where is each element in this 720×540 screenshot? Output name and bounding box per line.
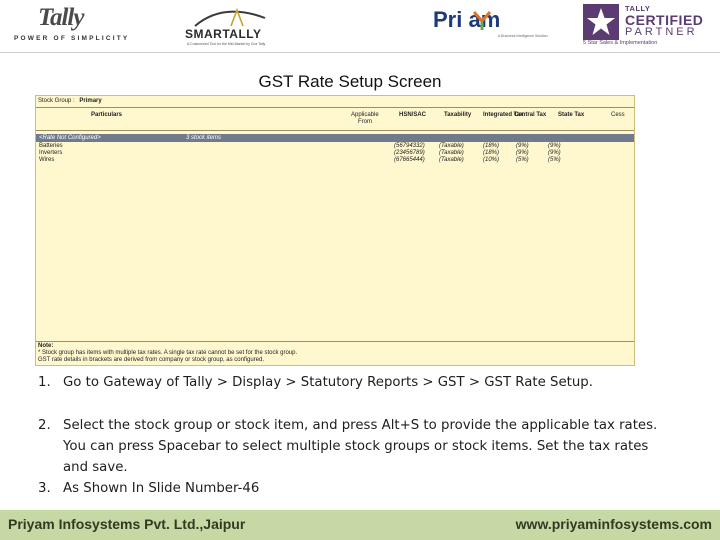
priyam-logo: Pri am A Business Intelligence Solution: [433, 7, 553, 47]
smartally-wordmark: SMARTALLY: [185, 27, 262, 41]
step-number: 1.: [38, 375, 51, 390]
step-2-line-2: You can press Spacebar to select multipl…: [63, 439, 649, 454]
priyam-y-icon: [473, 11, 491, 30]
col-particulars: Particulars: [91, 112, 123, 118]
item-hsn: (23456789): [394, 150, 425, 156]
smartally-logo: SMARTALLY A Customized Tool for the Mid-…: [185, 8, 280, 46]
item-sgst: (9%): [548, 143, 561, 149]
item-name: Wires: [39, 157, 55, 163]
step-text: As Shown In Slide Number-46: [63, 481, 260, 496]
item-cgst: (9%): [516, 143, 529, 149]
tally-logo: Tally POWER OF SIMPLICITY: [14, 4, 127, 44]
star-badge-icon: [583, 4, 619, 40]
website-link[interactable]: www.priyaminfosystems.com: [516, 516, 712, 532]
gst-rate-setup-screen: Stock Group : Primary Particulars Applic…: [35, 95, 635, 366]
note-line-2: GST rate details in brackets are derived…: [38, 357, 264, 363]
priyam-tagline: A Business Intelligence Solution: [498, 34, 548, 38]
certified-line4: 5 Star Sales & Implementation: [583, 40, 658, 46]
step-2-line-3: and save.: [63, 460, 128, 475]
step-3: 3. As Shown In Slide Number-46: [38, 478, 259, 499]
header-divider-top: [36, 107, 634, 108]
item-igst: (10%): [483, 157, 500, 163]
item-taxability: (Taxable): [439, 143, 464, 149]
col-state-tax: State Tax: [558, 112, 585, 118]
step-text-line-1: Select the stock group or stock item, an…: [63, 418, 658, 433]
note-line-1: * Stock group has items with multiple ta…: [38, 350, 298, 356]
item-taxability: (Taxable): [439, 157, 464, 163]
step-text: Go to Gateway of Tally > Display > Statu…: [63, 375, 593, 390]
step-number: 2.: [38, 418, 51, 433]
notes-panel: Note: * Stock group has items with multi…: [38, 343, 297, 364]
rate-not-configured-row[interactable]: <Rate Not Configured> 3 stock items: [36, 134, 634, 142]
item-sgst: (5%): [548, 157, 561, 163]
step-1: 1. Go to Gateway of Tally > Display > Sta…: [38, 372, 593, 393]
col-central-tax: Central Tax: [514, 112, 547, 118]
step-number: 3.: [38, 481, 51, 496]
logo-bar: Tally POWER OF SIMPLICITY SMARTALLY A Cu…: [0, 0, 720, 52]
item-name: Batteries: [39, 143, 63, 149]
item-igst: (18%): [483, 150, 500, 156]
item-taxability: (Taxable): [439, 150, 464, 156]
item-hsn: (56794332): [394, 143, 425, 149]
slide-title: GST Rate Setup Screen: [258, 72, 442, 91]
item-hsn: (67665444): [394, 157, 425, 163]
smartally-swoosh-icon: [194, 8, 266, 27]
step-2: 2. Select the stock group or stock item, …: [38, 415, 657, 436]
stock-group-label: Stock Group :: [38, 98, 75, 104]
col-applicable-from-2: From: [358, 119, 372, 125]
column-headers: Particulars Applicable From HSN/SAC Taxa…: [36, 112, 634, 128]
table-row[interactable]: Inverters (23456789) (Taxable) (18%) (9%…: [36, 150, 634, 157]
item-name: Inverters: [39, 150, 63, 156]
table-row[interactable]: Wires (67665444) (Taxable) (10%) (5%) (5…: [36, 157, 634, 164]
stock-group-header: Stock Group : Primary: [38, 98, 102, 104]
col-taxability: Taxability: [444, 112, 472, 118]
item-igst: (18%): [483, 143, 500, 149]
item-cgst: (5%): [516, 157, 529, 163]
company-name: Priyam Infosystems Pvt. Ltd.,Jaipur: [8, 516, 246, 532]
col-applicable-from: Applicable: [351, 112, 379, 118]
col-cess: Cess: [611, 112, 625, 118]
notes-divider: [36, 341, 634, 342]
col-hsn-sac: HSN/SAC: [399, 112, 427, 118]
header-divider-bottom: [36, 130, 634, 131]
rate-not-configured-count: 3 stock items: [186, 135, 222, 141]
smartally-tagline: A Customized Tool for the Mid-Market by …: [187, 42, 266, 46]
tally-wordmark: Tally: [38, 4, 84, 31]
tally-tagline: POWER OF SIMPLICITY: [14, 35, 130, 42]
header-divider: [0, 52, 720, 53]
note-title: Note:: [38, 343, 54, 349]
table-row[interactable]: Batteries (56794332) (Taxable) (18%) (9%…: [36, 143, 634, 150]
footer-bar: Priyam Infosystems Pvt. Ltd.,Jaipur www.…: [0, 510, 720, 540]
item-cgst: (9%): [516, 150, 529, 156]
stock-group-value: Primary: [79, 98, 102, 104]
rate-not-configured-label: <Rate Not Configured>: [39, 135, 101, 141]
certified-line3: PARTNER: [625, 26, 698, 38]
item-sgst: (9%): [548, 150, 561, 156]
certified-partner-logo: TALLY CERTIFIED PARTNER 5 Star Sales & I…: [583, 4, 715, 48]
